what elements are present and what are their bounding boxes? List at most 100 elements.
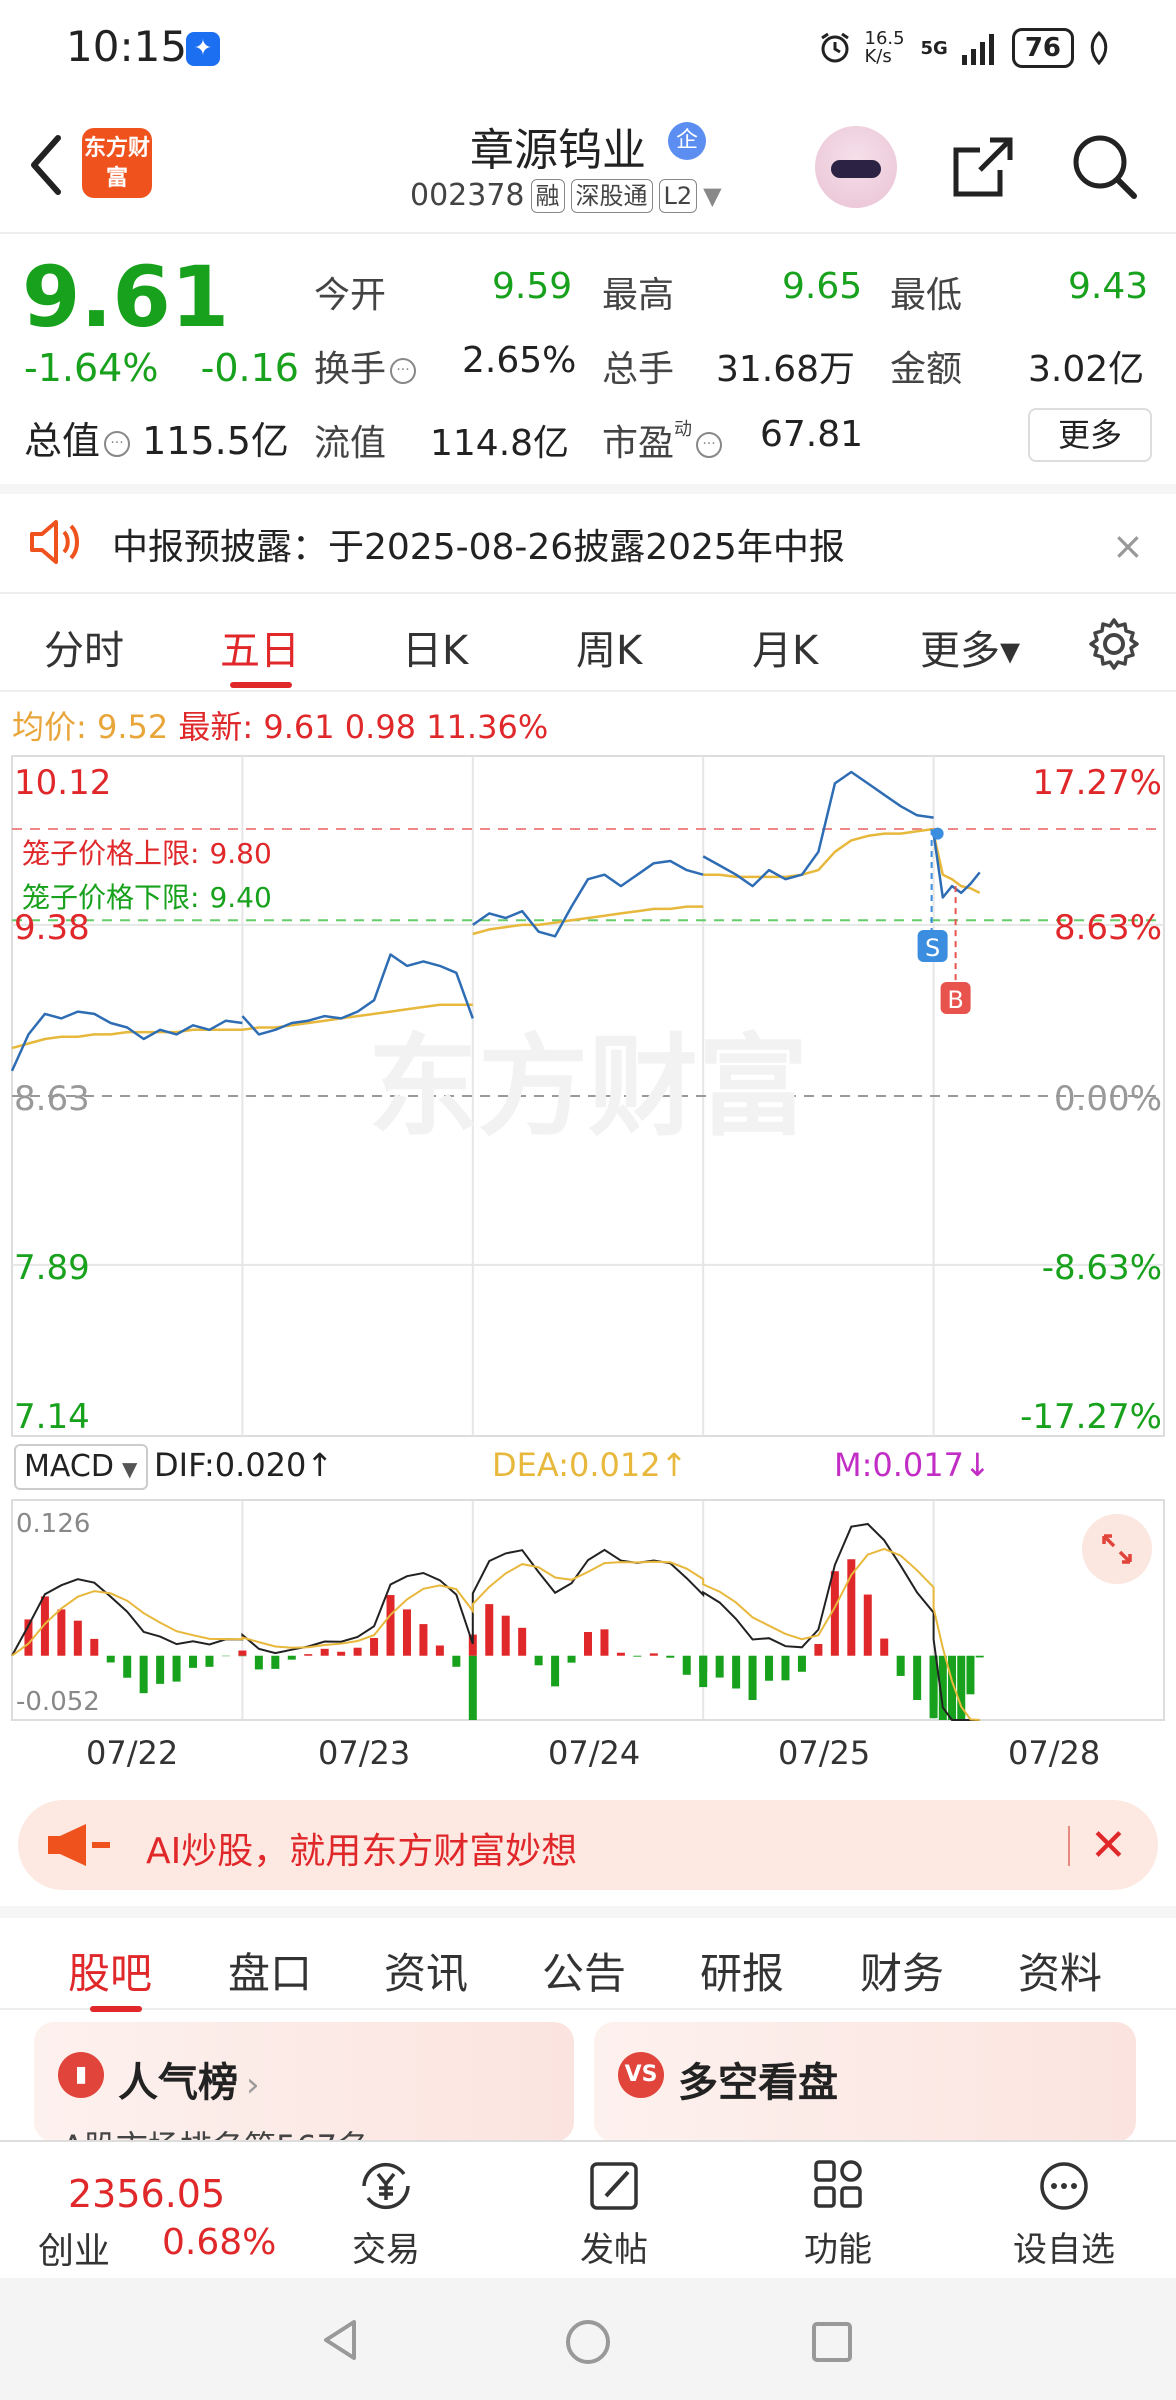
float-value: 114.8亿 [430,423,570,464]
sentiment-card[interactable]: VS 多空看盘 [594,2022,1136,2142]
more-circle-icon [1040,2162,1088,2210]
expand-chart-button[interactable] [1082,1514,1152,1584]
tab-forum[interactable]: 股吧 [68,1940,152,2001]
date-label: 07/23 [318,1734,411,1772]
pe-label[interactable]: 市盈动··· [602,414,723,466]
tab-order-book[interactable]: 盘口 [228,1940,312,2001]
more-quote-button[interactable]: 更多 [1028,408,1152,462]
expand-icon [1102,1534,1132,1564]
market-value[interactable]: 总值 ··· 115.5亿 [24,410,289,465]
macd-bar [172,1655,181,1682]
macd-bar [337,1651,346,1656]
y-axis-left-label: 7.89 [14,1248,90,1288]
tab-research[interactable]: 研报 [700,1940,784,2001]
tag-margin: 融 [530,178,565,213]
macd-bar [435,1645,444,1656]
indicator-select[interactable]: MACD ▼ [14,1444,148,1490]
nav-add-watchlist[interactable]: 设自选 [1004,2158,1124,2271]
bar-chart-icon: ▮ [58,2052,104,2098]
y-axis-right-label: 8.63% [1054,908,1162,948]
tab-monthly-k[interactable]: 月K [752,618,818,676]
dea-value: DEA:0.012↑ [492,1446,688,1484]
macd-bar [732,1655,741,1689]
amount-label: 金额 [890,349,963,390]
bottom-navigation: 2356.05 创业 0.68% 交易 发帖 功能 设自选 [0,2140,1176,2278]
report-notice[interactable]: 中报预披露：于2025-08-26披露2025年中报 × [0,484,1176,588]
search-icon[interactable] [1070,132,1138,200]
tab-intraday[interactable]: 分时 [44,618,124,676]
macd-bar [781,1655,790,1681]
nav-post[interactable]: 发帖 [554,2158,674,2271]
macd-bar [699,1655,708,1672]
macd-bar [386,1595,395,1656]
vs-icon: VS [618,2052,664,2098]
macd-bar [814,1643,823,1656]
tab-announcements[interactable]: 公告 [542,1940,626,2001]
close-icon[interactable]: ✕ [1090,1820,1127,1871]
home-circle-icon[interactable] [564,2318,612,2366]
speaker-icon [30,520,79,564]
high-label: 最高 [602,275,675,316]
grid-icon [814,2160,862,2208]
yen-exchange-icon [362,2162,410,2210]
status-bar: 10:15 ✦ 16.5 K/s 5G 76 [0,0,1176,100]
macd-bar [106,1655,115,1663]
five-day-chart[interactable]: 东方财富 10.12 17.27%9.38 8.63%8.63 0.00%7.89 -8… [0,740,1176,1780]
open-label: 今开 [314,275,387,316]
index-value: 2356.05 [68,2172,226,2216]
turnover-label[interactable]: 换手 ··· [314,340,417,392]
share-icon[interactable] [950,134,1016,200]
tab-daily-k[interactable]: 日K [402,618,468,676]
tab-more[interactable]: 更多▾ [920,618,1020,676]
tab-news[interactable]: 资讯 [384,1940,468,2001]
tab-five-day[interactable]: 五日 [220,618,300,676]
price-change: -1.64% -0.16 [24,346,299,390]
macd-bar [73,1620,82,1656]
stock-code: 002378 [410,178,525,213]
macd-bar [57,1609,66,1656]
recents-square-icon[interactable] [810,2320,854,2364]
trade-markers: SB [917,827,971,1014]
macd-bar [748,1655,757,1700]
lower-limit-label: 笼子价格下限: 9.40 [22,881,272,914]
tab-weekly-k[interactable]: 周K [576,618,642,676]
net-type: 5G [920,37,948,59]
tab-profile[interactable]: 资料 [1018,1940,1102,2001]
battery-indicator: 76 [1011,28,1074,68]
buy-marker-label: B [947,986,963,1014]
back-triangle-icon[interactable] [318,2318,362,2362]
nav-trade[interactable]: 交易 [326,2158,446,2271]
macd-bar [551,1655,560,1687]
ai-banner[interactable]: AI炒股，就用东方财富妙想 ✕ [18,1800,1158,1890]
sentiment-title: 多空看盘 [678,2060,838,2106]
amount-value: 3.02亿 [1028,349,1145,390]
macd-bar [353,1647,362,1656]
market-value-label: 总值 [24,419,101,463]
info-icon: ··· [104,430,131,457]
macd-bar [584,1632,592,1656]
chevron-down-icon[interactable]: ▼ [703,182,721,210]
sell-point [931,827,944,840]
popularity-rank: A股市场排名第567名 [62,2122,369,2142]
ai-assistant-avatar[interactable] [815,126,897,208]
close-icon[interactable]: × [1112,524,1144,568]
back-arrow-icon[interactable] [22,130,72,200]
macd-bar [797,1655,806,1672]
macd-layer: 0.126 -0.052 [11,1509,984,1721]
macd-bar [419,1624,428,1656]
stock-name: 章源钨业 [470,125,646,176]
gear-icon[interactable] [1086,616,1142,672]
app-logo[interactable]: 东方财富 [82,128,152,198]
change-pct: -1.64% [24,346,159,390]
nav-functions[interactable]: 功能 [778,2158,898,2271]
y-axis-right-label: -8.63% [1042,1248,1162,1288]
macd-bar [966,1655,975,1695]
popularity-card[interactable]: ▮ 人气榜› A股市场排名第567名 [34,2022,574,2142]
macd-bar [616,1652,625,1656]
info-icon: ··· [390,358,417,384]
macd-bar [238,1650,247,1656]
tab-finance[interactable]: 财务 [860,1940,944,2001]
index-name: 创业 [38,2231,111,2272]
macd-bar [189,1655,198,1668]
sell-marker-label: S [925,934,940,962]
